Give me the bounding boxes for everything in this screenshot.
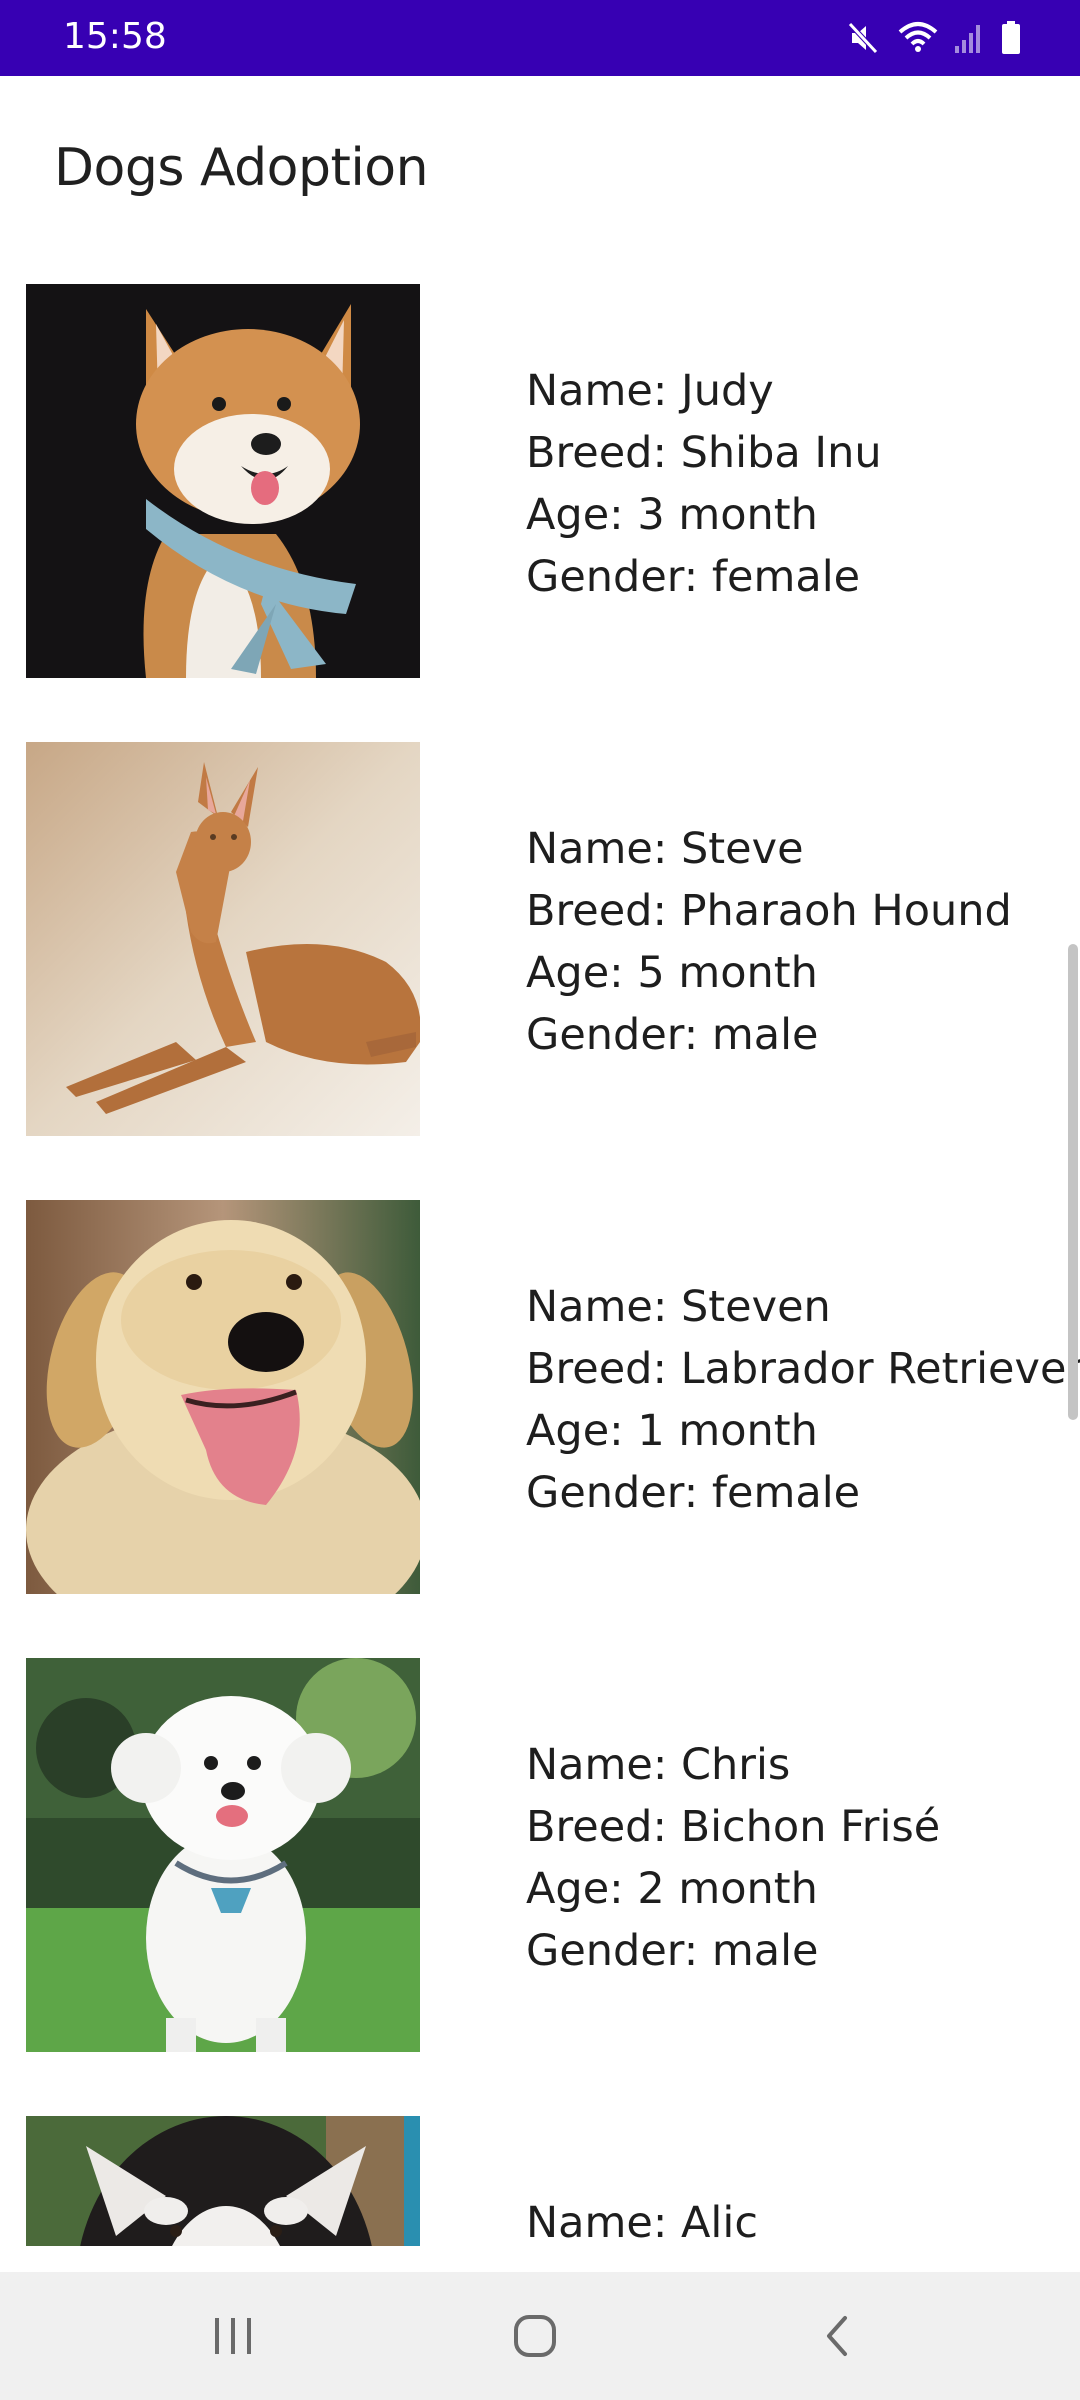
mute-icon [848, 22, 878, 54]
list-item[interactable]: Name: Steve Breed: Pharaoh Hound Age: 5 … [0, 742, 1080, 1136]
dog-breed: Breed: Labrador Retriever [526, 1344, 1080, 1394]
dog-list[interactable]: Name: Judy Breed: Shiba Inu Age: 3 month… [0, 284, 1080, 2246]
dog-age: Age: 5 month [526, 948, 818, 998]
signal-icon [955, 25, 980, 53]
dog-gender: Gender: male [526, 1926, 819, 1976]
dog-name: Name: Alic [526, 2198, 758, 2246]
dog-info: Name: Judy Breed: Shiba Inu Age: 3 month… [526, 360, 882, 608]
list-item[interactable]: Name: Steven Breed: Labrador Retriever A… [0, 1200, 1080, 1594]
list-item[interactable]: Name: Alic [0, 2116, 1080, 2246]
dog-breed: Breed: Bichon Frisé [526, 1802, 941, 1852]
status-icons [846, 18, 1022, 58]
recent-apps-icon [215, 2318, 251, 2354]
dog-photo [26, 742, 420, 1136]
dog-info: Name: Steve Breed: Pharaoh Hound Age: 5 … [526, 818, 1012, 1066]
recent-apps-button[interactable] [153, 2272, 313, 2400]
wifi-icon [898, 22, 938, 52]
dog-breed: Breed: Pharaoh Hound [526, 886, 1012, 936]
dog-name: Name: Judy [526, 366, 774, 416]
list-item[interactable]: Name: Judy Breed: Shiba Inu Age: 3 month… [0, 284, 1080, 678]
status-bar: 15:58 [0, 0, 1080, 76]
dog-photo [26, 284, 420, 678]
back-icon [827, 2316, 847, 2356]
home-button[interactable] [455, 2272, 615, 2400]
dog-gender: Gender: male [526, 1010, 819, 1060]
list-item[interactable]: Name: Chris Breed: Bichon Frisé Age: 2 m… [0, 1658, 1080, 2052]
dog-gender: Gender: female [526, 552, 861, 602]
dog-photo [26, 1658, 420, 2052]
dog-age: Age: 3 month [526, 490, 818, 540]
page-title: Dogs Adoption [54, 138, 429, 198]
scrollbar[interactable] [1068, 944, 1078, 1420]
status-time: 15:58 [63, 16, 167, 57]
battery-icon [1002, 21, 1020, 54]
dog-name: Name: Steve [526, 824, 804, 874]
dog-name: Name: Chris [526, 1740, 791, 1790]
navigation-bar [0, 2272, 1080, 2400]
dog-gender: Gender: female [526, 1468, 861, 1518]
dog-name: Name: Steven [526, 1282, 831, 1332]
dog-info: Name: Chris Breed: Bichon Frisé Age: 2 m… [526, 1734, 940, 1982]
dog-info: Name: Steven Breed: Labrador Retriever A… [526, 1276, 1080, 1524]
dog-age: Age: 2 month [526, 1864, 818, 1914]
dog-age: Age: 1 month [526, 1406, 818, 1456]
back-button[interactable] [757, 2272, 917, 2400]
dog-photo [26, 1200, 420, 1594]
dog-breed: Breed: Shiba Inu [526, 428, 882, 478]
dog-info: Name: Alic [526, 2192, 758, 2246]
home-icon [514, 2315, 556, 2357]
dog-photo [26, 2116, 420, 2246]
